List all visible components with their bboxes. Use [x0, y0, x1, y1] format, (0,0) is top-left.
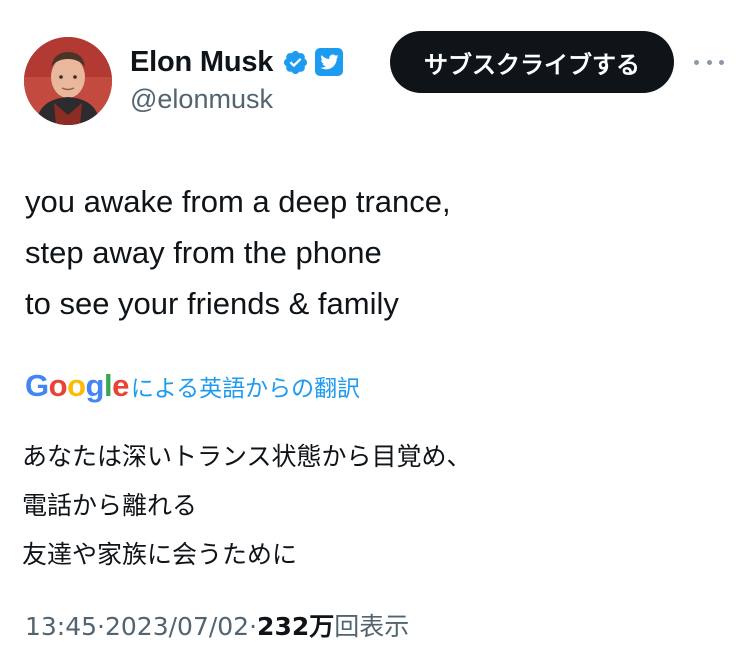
- translation-attribution[interactable]: Google による英語からの翻訳: [25, 368, 360, 408]
- name-row: Elon Musk: [130, 44, 344, 80]
- views-label[interactable]: 回表示: [334, 608, 409, 646]
- tweet-date[interactable]: 2023/07/02: [105, 608, 249, 646]
- more-options-icon[interactable]: [694, 54, 724, 70]
- verified-badge-icon[interactable]: [282, 49, 309, 76]
- meta-separator: ·: [97, 612, 105, 641]
- user-handle[interactable]: @elonmusk: [130, 82, 273, 116]
- tweet-meta: 13:45 · 2023/07/02 · 232万 回表示: [25, 608, 409, 646]
- tweet-text: you awake from a deep trance, step away …: [25, 176, 725, 329]
- subscribe-button[interactable]: サブスクライブする: [390, 31, 674, 93]
- tweet-text-line: you awake from a deep trance,: [25, 184, 451, 219]
- tweet-time[interactable]: 13:45: [25, 608, 97, 646]
- tweet-detail: Elon Musk @elonmusk サブスクライブする you awake …: [0, 0, 750, 668]
- translated-text-line: あなたは深いトランス状態から目覚め、: [22, 442, 472, 471]
- translated-text-line: 電話から離れる: [22, 491, 198, 520]
- display-name[interactable]: Elon Musk: [130, 44, 273, 80]
- views-count[interactable]: 232万: [257, 608, 334, 646]
- google-logo: Google: [25, 368, 129, 403]
- translation-label[interactable]: による英語からの翻訳: [131, 369, 360, 403]
- twitter-bird-icon[interactable]: [315, 48, 344, 76]
- translated-text-line: 友達や家族に会うために: [22, 540, 298, 569]
- profile-photo-icon: [24, 37, 112, 125]
- avatar[interactable]: [24, 37, 112, 125]
- meta-separator: ·: [249, 612, 258, 641]
- translated-text: あなたは深いトランス状態から目覚め、 電話から離れる 友達や家族に会うために: [22, 432, 732, 579]
- tweet-text-line: to see your friends & family: [25, 286, 399, 321]
- tweet-text-line: step away from the phone: [25, 235, 382, 270]
